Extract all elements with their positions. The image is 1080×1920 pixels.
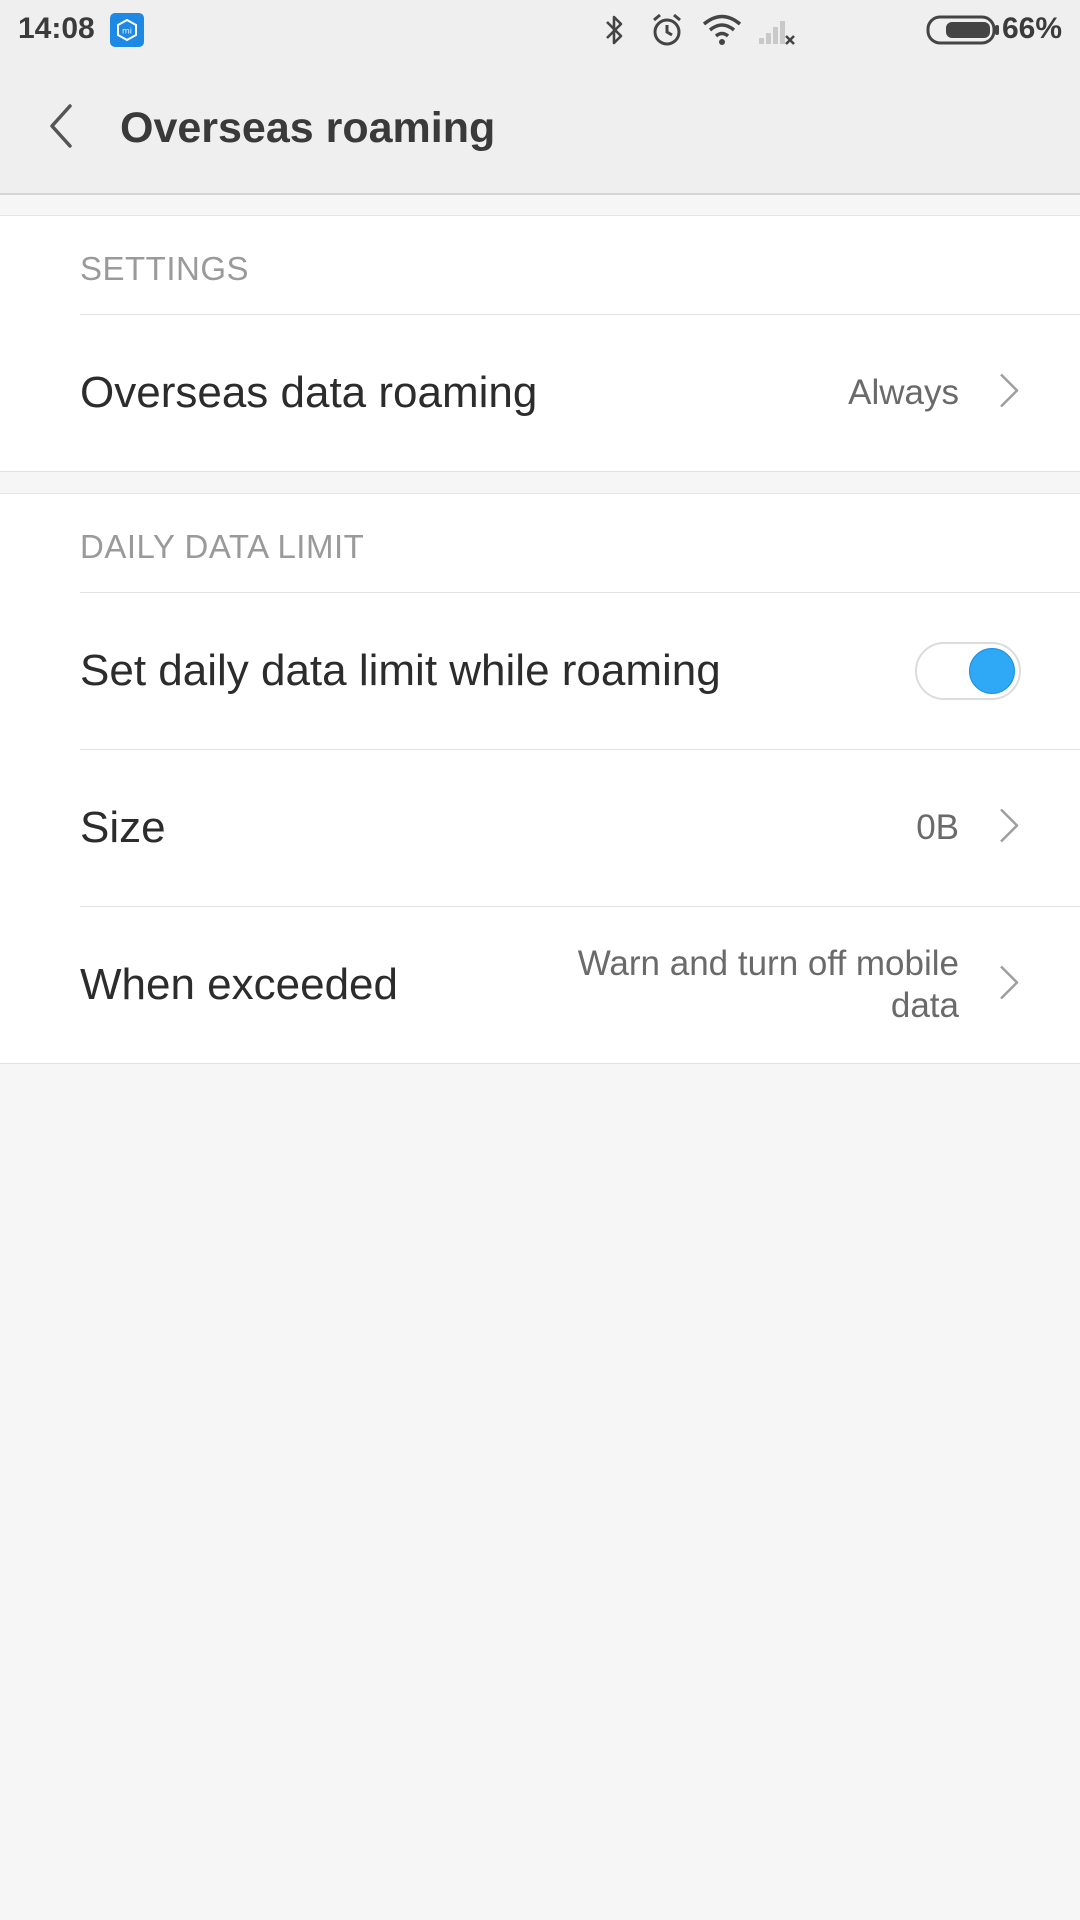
row-value: Warn and turn off mobile data bbox=[577, 944, 959, 1025]
chevron-right-icon bbox=[997, 371, 1021, 416]
bluetooth-icon bbox=[603, 12, 627, 53]
row-value: Always bbox=[848, 373, 959, 412]
chevron-left-icon[interactable] bbox=[44, 102, 80, 155]
status-time: 14:08 bbox=[18, 12, 95, 45]
svg-text:mi: mi bbox=[122, 27, 132, 36]
size-row[interactable]: Size 0B bbox=[80, 750, 1080, 907]
wifi-icon bbox=[702, 12, 742, 53]
section-header-daily-limit: DAILY DATA LIMIT bbox=[80, 494, 1080, 593]
chevron-right-icon bbox=[997, 963, 1021, 1008]
row-label: Size bbox=[80, 803, 166, 852]
row-value: 0B bbox=[916, 808, 959, 847]
row-label: When exceeded bbox=[80, 960, 398, 1009]
when-exceeded-row[interactable]: When exceeded Warn and turn off mobile d… bbox=[80, 907, 1080, 1063]
status-bar: 14:08 mi 66% bbox=[0, 0, 1080, 60]
battery-percent: 66% bbox=[1001, 12, 1062, 45]
mi-app-icon: mi bbox=[110, 13, 144, 47]
daily-limit-toggle[interactable] bbox=[915, 642, 1021, 700]
alarm-icon bbox=[649, 12, 685, 53]
page-title: Overseas roaming bbox=[120, 104, 496, 152]
row-label: Overseas data roaming bbox=[80, 368, 538, 417]
toggle-knob bbox=[969, 648, 1015, 694]
signal-no-service-icon bbox=[757, 12, 797, 53]
set-daily-limit-row[interactable]: Set daily data limit while roaming bbox=[80, 593, 1080, 750]
battery-icon bbox=[926, 14, 1000, 51]
chevron-right-icon bbox=[997, 806, 1021, 851]
row-label: Set daily data limit while roaming bbox=[80, 646, 721, 695]
section-header-label: SETTINGS bbox=[80, 250, 250, 287]
overseas-data-roaming-row[interactable]: Overseas data roaming Always bbox=[80, 315, 1080, 471]
section-header-settings: SETTINGS bbox=[80, 216, 1080, 315]
app-header: Overseas roaming bbox=[0, 60, 1080, 195]
section-header-label: DAILY DATA LIMIT bbox=[80, 528, 365, 565]
daily-limit-section: DAILY DATA LIMIT Set daily data limit wh… bbox=[0, 493, 1080, 1064]
settings-section: SETTINGS Overseas data roaming Always bbox=[0, 215, 1080, 472]
